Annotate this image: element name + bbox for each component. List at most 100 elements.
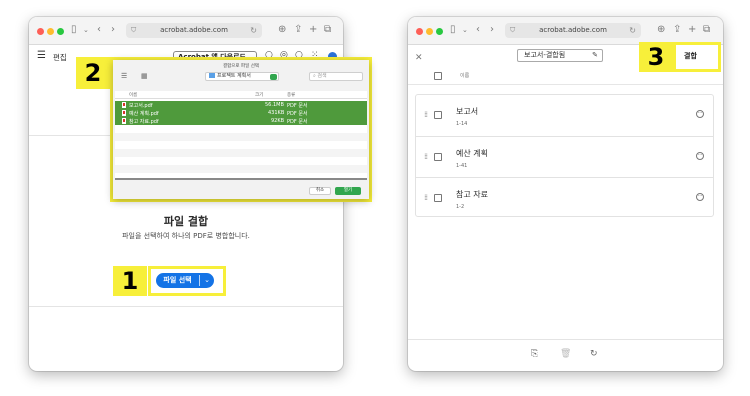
pdf-file-icon — [122, 110, 126, 116]
list-item[interactable]: ⁞⁞ 보고서 1-14 ··· — [416, 95, 713, 136]
address-bar[interactable]: ⛉ acrobat.adobe.com ↻ — [505, 23, 641, 38]
file-name: 예산 계획.pdf — [129, 111, 159, 117]
drag-handle-icon[interactable]: ⁞⁞ — [424, 152, 428, 161]
file-kind: PDF 문서 — [287, 119, 308, 125]
chevron-updown-icon — [270, 74, 277, 80]
close-icon[interactable]: ✕ — [415, 53, 423, 63]
grid-view-icon[interactable]: ▦ — [141, 72, 148, 80]
back-icon[interactable]: ‹ — [476, 24, 480, 36]
menu-icon[interactable]: ☰ — [37, 50, 46, 61]
zoom-window-button[interactable] — [436, 28, 443, 35]
address-text: acrobat.adobe.com — [160, 26, 228, 34]
list-item[interactable]: ⁞⁞ 참고 자료 1-2 ··· — [416, 177, 713, 218]
list-view-icon[interactable]: ☰ — [121, 72, 127, 80]
file-row[interactable]: 보고서.pdf 56.1MB PDF 문서 — [115, 101, 367, 109]
file-page-range: 1-41 — [456, 163, 468, 169]
page-title: 파일 결합 — [163, 215, 209, 228]
zoom-window-button[interactable] — [57, 28, 64, 35]
browser-toolbar: ▯ ⌄ ‹ › ⛉ acrobat.adobe.com ↻ ⊕ ⇪ + ⧉ — [408, 17, 723, 45]
sidebar-icon[interactable]: ▯ — [450, 24, 456, 36]
rotate-icon[interactable]: ↻ — [590, 349, 598, 359]
open-button[interactable]: 열기 — [335, 187, 361, 195]
search-placeholder: 검색 — [317, 73, 327, 79]
file-list-header: 이름 크기 종류 — [115, 91, 367, 99]
download-icon[interactable]: ⊕ — [657, 24, 665, 36]
edit-menu-label[interactable]: 편집 — [53, 52, 67, 63]
more-icon[interactable]: ··· — [696, 193, 704, 201]
minimize-window-button[interactable] — [426, 28, 433, 35]
combine-file-list: ⁞⁞ 보고서 1-14 ··· ⁞⁞ 예산 계획 1-41 ··· ⁞⁞ 참고 … — [415, 94, 714, 217]
chevron-down-icon[interactable]: ⌄ — [462, 24, 468, 36]
drag-handle-icon[interactable]: ⁞⁞ — [424, 193, 428, 202]
file-size: 431KB — [268, 110, 285, 116]
folder-icon — [209, 73, 215, 78]
location-dropdown[interactable]: 프로젝트 계획서 — [205, 72, 279, 81]
file-name: 예산 계획 — [456, 149, 488, 158]
column-header-name[interactable]: 이름 — [129, 92, 137, 98]
reload-icon[interactable]: ↻ — [629, 23, 636, 38]
divider — [408, 339, 723, 340]
reload-icon[interactable]: ↻ — [250, 23, 257, 38]
file-kind: PDF 문서 — [287, 111, 308, 117]
file-checkbox[interactable] — [434, 194, 442, 202]
file-checkbox[interactable] — [434, 111, 442, 119]
download-icon[interactable]: ⊕ — [278, 24, 286, 36]
chevron-down-icon[interactable]: ⌄ — [83, 24, 89, 36]
cancel-button[interactable]: 취소 — [309, 187, 331, 195]
location-label: 프로젝트 계획서 — [217, 73, 251, 79]
file-page-range: 1-14 — [456, 121, 468, 127]
empty-row — [115, 133, 367, 141]
close-window-button[interactable] — [37, 28, 44, 35]
forward-icon[interactable]: › — [490, 24, 494, 36]
file-checkbox[interactable] — [434, 153, 442, 161]
address-bar[interactable]: ⛉ acrobat.adobe.com ↻ — [126, 23, 262, 38]
file-name: 보고서 — [456, 107, 479, 116]
drag-handle-icon[interactable]: ⁞⁞ — [424, 110, 428, 119]
file-picker-dialog: 결합으로 파일 선택 ☰ ▦ 프로젝트 계획서 ⌕ 검색 이름 크기 종류 보고… — [113, 60, 369, 199]
forward-icon[interactable]: › — [111, 24, 115, 36]
trash-icon[interactable]: 🗑 — [560, 349, 571, 359]
output-filename-field[interactable]: 보고서-결합됨 ✎ — [517, 49, 603, 62]
select-files-button[interactable]: 파일 선택 ⌄ — [156, 273, 214, 288]
column-header-kind[interactable]: 종류 — [287, 92, 295, 98]
more-icon[interactable]: ··· — [696, 152, 704, 160]
step-1-badge: 1 — [113, 266, 147, 296]
list-item[interactable]: ⁞⁞ 예산 계획 1-41 ··· — [416, 136, 713, 177]
horizontal-scrollbar[interactable] — [115, 178, 367, 180]
divider — [29, 306, 343, 307]
select-files-label: 파일 선택 — [163, 276, 192, 284]
empty-row — [115, 165, 367, 173]
pdf-file-icon — [122, 102, 126, 108]
file-list: 이름 크기 종류 보고서.pdf 56.1MB PDF 문서 예산 계획.pdf… — [115, 91, 367, 178]
add-file-icon[interactable]: ⎘ — [531, 349, 538, 359]
back-icon[interactable]: ‹ — [97, 24, 101, 36]
share-icon[interactable]: ⇪ — [294, 24, 302, 36]
file-page-range: 1-2 — [456, 204, 465, 210]
page-subtitle: 파일을 선택하여 하나의 PDF로 병합합니다. — [122, 232, 250, 240]
chevron-down-icon[interactable]: ⌄ — [200, 273, 214, 288]
shield-icon: ⛉ — [131, 26, 137, 34]
step-3-highlight — [673, 42, 721, 72]
file-row[interactable]: 예산 계획.pdf 431KB PDF 문서 — [115, 109, 367, 117]
file-row[interactable]: 참고 자료.pdf 92KB PDF 문서 — [115, 117, 367, 125]
close-window-button[interactable] — [416, 28, 423, 35]
minimize-window-button[interactable] — [47, 28, 54, 35]
dialog-title: 결합으로 파일 선택 — [223, 64, 259, 69]
shield-icon: ⛉ — [510, 26, 516, 34]
empty-row — [115, 149, 367, 157]
file-size: 56.1MB — [265, 102, 284, 108]
tabs-icon[interactable]: ⧉ — [324, 24, 331, 36]
sidebar-icon[interactable]: ▯ — [71, 24, 77, 36]
select-all-checkbox[interactable] — [434, 72, 442, 80]
plus-icon[interactable]: + — [688, 24, 696, 36]
file-name: 참고 자료 — [456, 190, 488, 199]
output-filename: 보고서-결합됨 — [524, 51, 566, 59]
share-icon[interactable]: ⇪ — [673, 24, 681, 36]
plus-icon[interactable]: + — [309, 24, 317, 36]
file-name: 참고 자료.pdf — [129, 119, 159, 125]
more-icon[interactable]: ··· — [696, 110, 704, 118]
search-input[interactable]: ⌕ 검색 — [309, 72, 363, 81]
tabs-icon[interactable]: ⧉ — [703, 24, 710, 36]
pencil-icon[interactable]: ✎ — [592, 50, 598, 61]
column-header-size[interactable]: 크기 — [255, 92, 263, 98]
